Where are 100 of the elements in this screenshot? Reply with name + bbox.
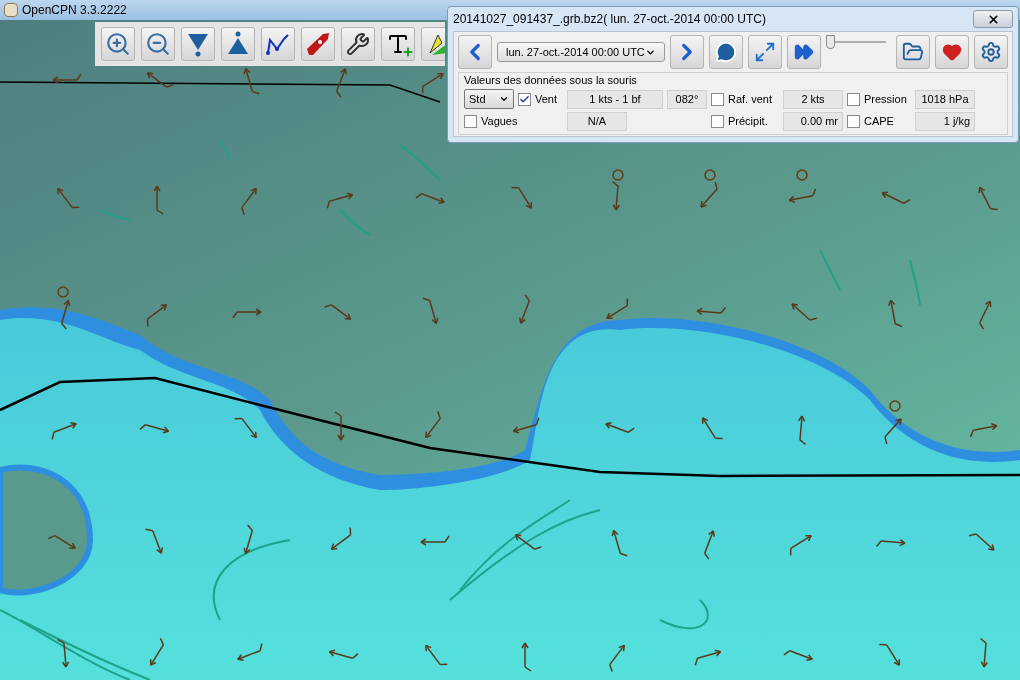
mode-dropdown[interactable]: Std <box>464 89 514 109</box>
field-label: Vagues <box>481 114 518 130</box>
window-title: OpenCPN 3.3.2222 <box>22 2 127 19</box>
wind-barb-icon <box>788 188 817 204</box>
wind-barb-icon <box>243 524 254 555</box>
wind-barb-icon <box>425 410 441 439</box>
wind-barb-icon <box>518 294 531 324</box>
wind-barb-icon <box>510 186 533 209</box>
current-streak <box>399 144 441 181</box>
wind-barb-icon <box>243 67 260 95</box>
close-button[interactable] <box>973 10 1013 28</box>
time-dropdown[interactable]: lun. 27-oct.-2014 00:00 UTC <box>497 42 666 62</box>
wind-barb-icon <box>791 303 818 321</box>
value-field: 2 kts <box>783 89 843 109</box>
value-field: N/A <box>567 112 627 131</box>
wind-barb-icon <box>696 306 727 316</box>
wind-barb-icon <box>334 411 345 441</box>
expand-icon[interactable] <box>748 35 783 69</box>
wind-barb-icon <box>422 297 439 325</box>
value-field: 082° <box>667 89 707 109</box>
wind-barb-icon <box>514 534 543 550</box>
fast-forward-icon[interactable] <box>787 35 822 69</box>
wind-barb-icon <box>701 417 724 440</box>
wind-barb-icon <box>146 72 175 88</box>
zoom-in-icon[interactable] <box>101 27 135 61</box>
wind-barb-icon <box>606 297 629 320</box>
wind-barb-icon <box>56 638 70 668</box>
wind-barb-icon <box>878 643 901 666</box>
close-icon <box>986 12 1000 26</box>
wind-barb-icon <box>237 642 263 662</box>
field-label: Vent <box>535 91 558 107</box>
wind-barb-icon <box>887 299 903 328</box>
wind-barb-icon <box>968 533 995 551</box>
wind-barb-icon <box>969 422 998 438</box>
boat-icon[interactable] <box>301 27 335 61</box>
text-add-icon[interactable] <box>381 27 415 61</box>
wind-barb-icon <box>323 304 352 320</box>
wind-barb-icon <box>884 418 902 445</box>
calm-circle-icon <box>704 169 716 181</box>
previous-icon[interactable] <box>458 35 492 69</box>
wind-barb-icon <box>420 535 450 546</box>
wind-barb-icon <box>979 300 992 330</box>
checkbox[interactable] <box>464 115 477 128</box>
checkbox[interactable] <box>711 92 724 106</box>
app-logo-icon <box>4 3 18 17</box>
checkbox[interactable] <box>847 115 860 128</box>
wind-barb-icon <box>415 192 445 205</box>
value-field: 1018 hPa <box>915 89 975 109</box>
mark-icon[interactable] <box>421 27 445 61</box>
wind-barb-icon <box>146 304 168 328</box>
current-streak <box>819 249 841 291</box>
wind-barb-icon <box>153 185 164 215</box>
wind-barb-icon <box>139 423 170 434</box>
checkbox[interactable] <box>847 92 860 106</box>
wind-barb-icon <box>149 637 165 666</box>
wind-barb-icon <box>233 417 257 439</box>
current-streak <box>99 209 131 221</box>
checkbox[interactable] <box>711 115 724 128</box>
settings-icon[interactable] <box>974 35 1008 69</box>
wind-barb-icon <box>241 187 257 216</box>
next-icon[interactable] <box>670 35 705 69</box>
slider-thumb[interactable] <box>826 35 836 49</box>
wind-barb-icon <box>979 637 989 668</box>
wind-barb-icon <box>51 421 77 441</box>
wind-barb-icon <box>326 192 354 209</box>
wind-barb-icon <box>52 73 82 84</box>
field-label: Précipit. <box>728 114 768 130</box>
wind-barb-icon <box>700 181 718 208</box>
value-field: 0.00 mr <box>783 112 843 131</box>
current-streak <box>339 209 371 236</box>
wind-barb-icon <box>875 538 906 548</box>
wind-barb-icon <box>978 186 999 211</box>
wind-barb-icon <box>521 642 532 672</box>
field-label: CAPE <box>864 114 894 130</box>
route-icon[interactable] <box>261 27 295 61</box>
current-streak <box>219 139 231 161</box>
wind-barb-icon <box>421 72 444 95</box>
current-streak <box>909 259 921 306</box>
current-streak <box>659 599 709 630</box>
wrench-icon[interactable] <box>341 27 375 61</box>
checkbox[interactable] <box>518 92 531 106</box>
wind-barb-icon <box>512 417 540 434</box>
wind-barb-icon <box>703 530 716 560</box>
wind-barb-icon <box>611 180 621 211</box>
calm-circle-icon <box>612 169 624 181</box>
wind-barb-icon <box>609 644 625 673</box>
wind-barb-icon <box>330 526 352 550</box>
wind-barb-icon <box>605 421 635 434</box>
wind-barb-icon <box>425 644 449 666</box>
section-title: Valeurs des données sous la souris <box>464 73 638 87</box>
calm-circle-icon <box>57 286 69 298</box>
caret-icon <box>499 94 509 104</box>
field-label: Raf. vent <box>728 91 773 107</box>
speech-bubble-icon[interactable] <box>709 35 744 69</box>
wind-barb-icon <box>881 191 911 204</box>
wind-barb-icon <box>60 299 71 330</box>
folder-icon[interactable] <box>896 35 930 69</box>
calm-circle-icon <box>889 400 901 412</box>
wind-barb-icon <box>694 649 722 666</box>
zoom-out-icon[interactable] <box>141 27 175 61</box>
